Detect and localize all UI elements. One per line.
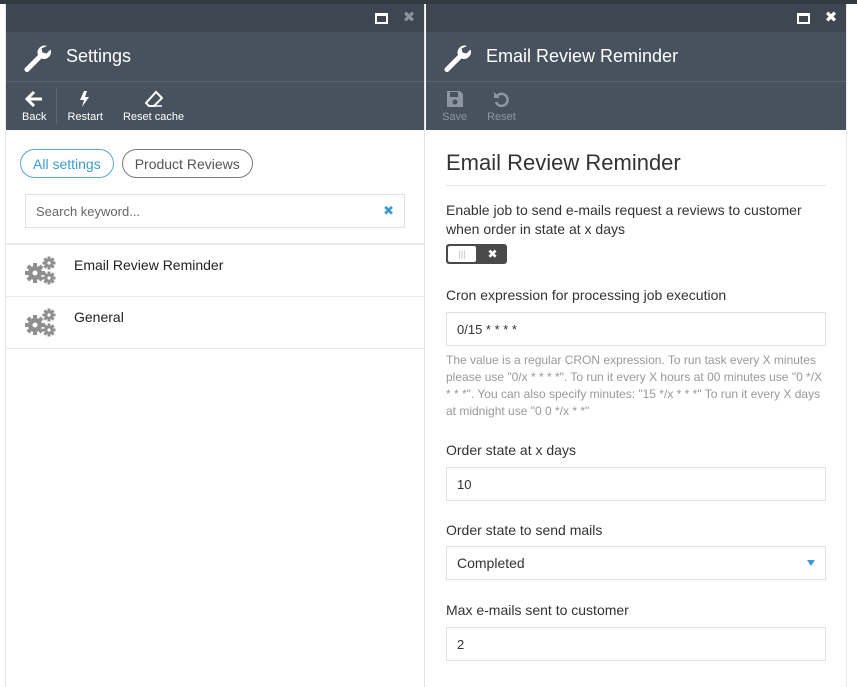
list-item-general[interactable]: General	[6, 297, 424, 349]
cron-input[interactable]: 0/15 * * * *	[446, 312, 826, 346]
save-button[interactable]: Save	[436, 82, 473, 130]
floppy-disk-icon	[446, 90, 463, 107]
order-state-send-label: Order state to send mails	[446, 522, 603, 538]
save-label: Save	[442, 110, 468, 123]
maximize-icon	[374, 12, 388, 24]
detail-title: Email Review Reminder	[486, 46, 679, 66]
order-state-days-field: Order state at x days 10	[446, 441, 826, 501]
list-item-label: General	[74, 309, 124, 325]
enable-job-field: Enable job to send e-mails request a rev…	[446, 201, 826, 264]
reset-cache-label: Reset cache	[122, 110, 185, 123]
enable-job-label: Enable job to send e-mails request a rev…	[446, 202, 802, 237]
cron-field: Cron expression for processing job execu…	[446, 286, 826, 420]
settings-panel: ✖ Settings Back Restart Reset cache All …	[6, 4, 425, 687]
settings-header: Settings	[6, 32, 424, 82]
settings-list: Email Review Reminder General	[6, 243, 424, 349]
maximize-button[interactable]	[796, 11, 810, 25]
cron-label: Cron expression for processing job execu…	[446, 287, 727, 303]
clear-search-icon[interactable]: ✖	[383, 203, 394, 219]
enable-job-toggle[interactable]: ||| ✖	[446, 244, 507, 264]
lightning-icon	[80, 90, 90, 107]
gears-icon	[25, 308, 56, 337]
max-emails-field: Max e-mails sent to customer 2	[446, 601, 826, 661]
form-heading: Email Review Reminder	[446, 130, 826, 186]
restart-button[interactable]: Restart	[61, 82, 108, 130]
order-state-send-value: Completed	[457, 555, 525, 571]
reset-cache-button[interactable]: Reset cache	[117, 82, 190, 130]
toolbar-divider	[56, 88, 58, 124]
filter-all-settings[interactable]: All settings	[20, 149, 114, 178]
toggle-knob-icon: |||	[448, 246, 476, 262]
reset-button[interactable]: Reset	[481, 82, 522, 130]
toggle-off-icon: ✖	[487, 247, 498, 261]
restart-label: Restart	[67, 110, 103, 123]
maximize-button[interactable]	[374, 11, 388, 25]
right-edge	[846, 4, 857, 687]
max-emails-input[interactable]: 2	[446, 627, 826, 661]
settings-window-bar: ✖	[6, 4, 424, 32]
detail-window-bar: ✖	[426, 4, 846, 32]
eraser-icon	[144, 90, 163, 107]
undo-icon	[494, 91, 510, 107]
order-state-send-field: Order state to send mails Completed	[446, 521, 826, 580]
reset-label: Reset	[487, 110, 516, 123]
close-button[interactable]: ✖	[824, 9, 838, 26]
maximize-icon	[796, 12, 810, 24]
order-state-days-label: Order state at x days	[446, 442, 576, 458]
back-label: Back	[22, 110, 47, 123]
list-item-email-review-reminder[interactable]: Email Review Reminder	[6, 245, 424, 297]
wrench-icon	[24, 45, 51, 72]
filter-product-reviews[interactable]: Product Reviews	[121, 149, 253, 178]
settings-form: Email Review Reminder Enable job to send…	[426, 130, 846, 661]
search-input[interactable]	[36, 203, 384, 219]
close-icon: ✖	[402, 9, 416, 26]
detail-toolbar: Save Reset	[426, 82, 846, 130]
close-button[interactable]: ✖	[402, 9, 416, 26]
wrench-icon	[444, 45, 471, 72]
back-button[interactable]: Back	[16, 82, 52, 130]
detail-header: Email Review Reminder	[426, 32, 846, 82]
list-item-label: Email Review Reminder	[74, 257, 224, 273]
arrow-left-icon	[25, 90, 43, 107]
settings-toolbar: Back Restart Reset cache	[6, 82, 424, 130]
caret-down-icon	[807, 560, 815, 566]
detail-panel: ✖ Email Review Reminder Save Reset Email…	[426, 4, 846, 687]
filter-chips: All settings Product Reviews	[6, 130, 424, 178]
order-state-send-select[interactable]: Completed	[446, 546, 826, 580]
gears-icon	[25, 256, 56, 285]
max-emails-label: Max e-mails sent to customer	[446, 602, 629, 618]
close-icon: ✖	[824, 9, 838, 26]
page-title: Settings	[66, 46, 132, 66]
cron-help-text: The value is a regular CRON expression. …	[446, 353, 823, 418]
search-box: ✖	[25, 194, 405, 228]
order-state-days-input[interactable]: 10	[446, 467, 826, 501]
